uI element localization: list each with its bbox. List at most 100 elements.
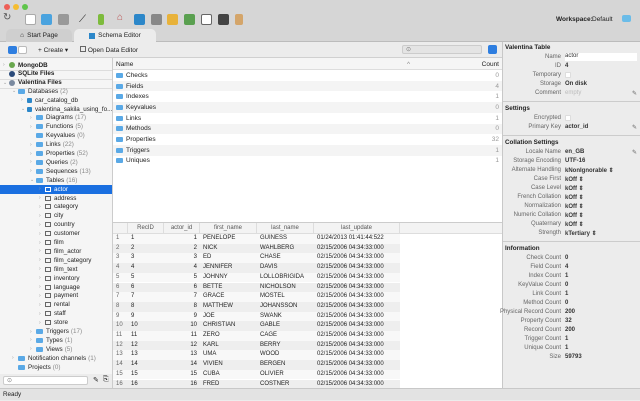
property-value[interactable]: 200 [565,327,575,333]
grid-cell[interactable]: 02/15/2006 04:34:33:000 [317,244,397,254]
grid-cell[interactable]: 15 [131,370,161,380]
grid-cell[interactable]: 14 [167,360,197,370]
grid-cell[interactable]: 11 [167,331,197,341]
table-row[interactable]: 10 10 10 CHRISTIAN GABLE 02/15/2006 04:34:33:… [113,321,400,331]
grid-cell[interactable]: 02/15/2006 04:34:33:000 [317,350,397,360]
grid-cell[interactable]: 9 [167,312,197,322]
grid-cell[interactable]: 11 [116,331,125,341]
grid-cell[interactable]: 1 [167,234,197,244]
grid-cell[interactable]: 14 [131,360,161,370]
table-row[interactable]: 2 2 2 NICK WAHLBERG 02/15/2006 04:34:33:000 [113,243,400,254]
create-button[interactable]: + Create ▾ [38,46,68,54]
list-item[interactable]: Uniques 1 [113,156,502,167]
grid-cell[interactable]: 9 [116,312,125,322]
grid-cell[interactable]: BETTE [203,283,254,293]
grid-cell[interactable]: 02/15/2006 04:34:33:000 [317,321,397,331]
checkbox[interactable] [565,72,571,78]
grid-column-header[interactable] [113,223,128,234]
grid-cell[interactable]: WAHLBERG [260,244,311,254]
grid-cell[interactable]: CHRISTIAN [203,321,254,331]
sql-icon[interactable] [151,14,162,25]
grid-cell[interactable]: 02/15/2006 04:34:33:000 [317,341,397,351]
grid-cell[interactable]: NICK [203,244,254,254]
grid-cell[interactable]: CAGE [260,331,311,341]
grid-cell[interactable]: NICHOLSON [260,283,311,293]
edit-pencil-icon[interactable]: ✎ [632,124,637,131]
grid-cell[interactable]: 4 [131,263,161,273]
property-value[interactable]: actor [565,53,637,61]
grid-cell[interactable]: 7 [116,292,125,302]
tree-item[interactable]: › film_text [0,265,112,274]
grid-cell[interactable]: 02/15/2006 04:34:33:000 [317,273,397,283]
edit-pencil-icon[interactable]: ✎ [632,90,637,97]
grid-column-header[interactable]: actor_id [164,223,200,234]
tree-item[interactable]: › Queries (2) [0,158,112,167]
tree-item[interactable]: ⌄ Tables (16) [0,176,112,185]
grid-column-header[interactable]: last_update [314,223,400,234]
grid-cell[interactable]: 3 [116,253,125,263]
tree-item[interactable]: › payment [0,291,112,300]
grid-cell[interactable]: 02/15/2006 04:34:33:000 [317,302,397,312]
tree-item[interactable]: Keyvalues (0) [0,131,112,140]
table-row[interactable]: 13 13 13 UMA WOOD 02/15/2006 04:34:33:000 [113,350,400,361]
list-item[interactable]: Indexes 1 [113,91,502,102]
grid-cell[interactable]: JOHNNY [203,273,254,283]
tree-item[interactable]: ⌄ Databases (2) [0,87,112,96]
list-item[interactable]: Checks 0 [113,70,502,81]
grid-cell[interactable]: 5 [116,273,125,283]
tree-search-input[interactable]: ⊙ [3,376,88,385]
grid-cell[interactable]: 10 [167,321,197,331]
property-value[interactable]: 200 [565,309,575,315]
column-header-count[interactable]: Count [482,61,499,68]
list-item[interactable]: Properties 32 [113,134,502,145]
grid-cell[interactable]: 5 [131,273,161,283]
tree-item[interactable]: › rental [0,300,112,309]
tree-item[interactable]: › Links (22) [0,140,112,149]
grid-column-header[interactable]: RecID [128,223,164,234]
grid-cell[interactable]: OLIVIER [260,370,311,380]
grid-cell[interactable]: BERRY [260,341,311,351]
split-view-button[interactable] [18,46,27,54]
grid-cell[interactable]: 02/15/2006 04:34:33:000 [317,360,397,370]
grid-cell[interactable]: 02/15/2006 04:34:33:000 [317,331,397,341]
grid-column-header[interactable]: last_name [257,223,314,234]
grid-cell[interactable]: GABLE [260,321,311,331]
property-value[interactable]: 0 [565,282,568,288]
property-value[interactable]: 32 [565,318,572,324]
grid-cell[interactable]: 15 [167,370,197,380]
grid-cell[interactable]: 02/15/2006 04:34:33:000 [317,263,397,273]
grid-cell[interactable]: 13 [167,350,197,360]
grid-cell[interactable]: DAVIS [260,263,311,273]
grid-cell[interactable]: 8 [131,302,161,312]
grid-cell[interactable]: ZERO [203,331,254,341]
grid-cell[interactable]: 10 [131,321,161,331]
property-value[interactable]: 1 [565,345,568,351]
grid-cell[interactable]: 10 [116,321,125,331]
grid-cell[interactable]: 02/15/2006 04:34:33:000 [317,312,397,322]
list-view-button[interactable] [8,46,17,54]
grid-cell[interactable]: SWANK [260,312,311,322]
open-folder-icon[interactable] [41,14,52,25]
list-item[interactable]: Links 1 [113,113,502,124]
tree-item[interactable]: › Functions (5) [0,122,112,131]
property-value[interactable]: 4 [565,264,568,270]
window-icon[interactable] [201,14,212,25]
grid-cell[interactable]: 5 [167,273,197,283]
table-row[interactable]: 7 7 7 GRACE MOSTEL 02/15/2006 04:34:33:000 [113,292,400,302]
table-row[interactable]: 1 1 1 PENELOPE GUINESS 01/24/2013 01:41:44:52… [113,234,400,244]
property-value[interactable]: 0 [565,300,568,306]
save-icon[interactable] [58,14,69,25]
property-value[interactable]: 1 [565,336,568,342]
grid-cell[interactable]: LOLLOBRIGIDA [260,273,311,283]
property-value[interactable]: UTF-16 [565,158,585,164]
workspace-value[interactable]: Default [592,16,613,23]
tree-item[interactable]: › Triggers (17) [0,327,112,336]
table-row[interactable]: 15 15 15 CUBA OLIVIER 02/15/2006 04:34:33:000 [113,369,400,380]
list-item[interactable]: Keyvalues 0 [113,102,502,113]
tree-item[interactable]: › customer [0,229,112,238]
refresh-icon[interactable]: ↻ [3,12,14,23]
grid-cell[interactable]: JOHANSSON [260,302,311,312]
report-icon[interactable] [167,14,178,25]
grid-cell[interactable]: 02/15/2006 04:34:33:000 [317,283,397,293]
grid-cell[interactable]: 12 [116,341,125,351]
